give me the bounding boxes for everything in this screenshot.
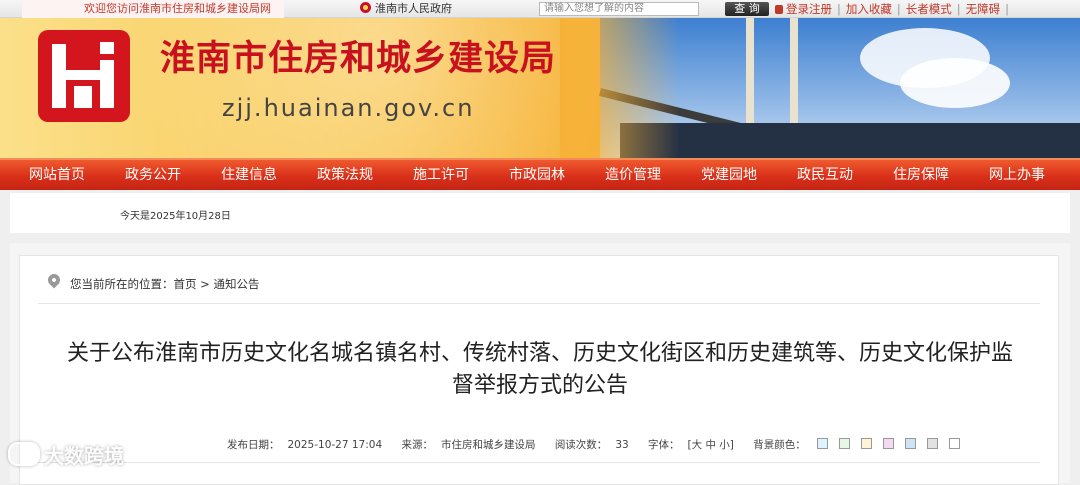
favorite-link[interactable]: 加入收藏 [846,2,892,16]
watermark-text: 大数跨境 [44,444,124,468]
bg-color-swatch[interactable] [882,438,894,449]
nav-item-policies[interactable]: 政策法规 [317,160,373,190]
article-title-line-2: 督举报方式的公告 [451,373,628,398]
welcome-text: 欢迎您访问淮南市住房和城乡建设局网站! [22,0,284,33]
date-bar: 今天是2025年10月28日 [10,193,1070,233]
gov-link[interactable]: 淮南市人民政府 [360,0,452,18]
nav-item-government-affairs[interactable]: 政务公开 [125,160,181,190]
bg-color-swatches [814,438,968,451]
accessibility-link[interactable]: 无障碍 [966,2,1001,16]
font-size-label: 字体： [648,439,680,451]
elder-mode-link[interactable]: 长者模式 [906,2,952,16]
watermark: 大数跨境 [8,440,124,469]
site-title: 淮南市住房和城乡建设局 [160,39,557,79]
source: 市住房和城乡建设局 [440,439,536,451]
site-url: zjj.huainan.gov.cn [222,94,475,122]
top-links: 登录注册 | 加入收藏 | 长者模式 | 无障碍 | [775,0,1014,18]
site-logo[interactable] [38,30,130,122]
bg-color-label: 背景颜色： [753,439,806,451]
gov-link-label: 淮南市人民政府 [375,2,452,15]
bg-color-swatch[interactable] [904,438,916,449]
bg-color-swatch[interactable] [948,438,960,449]
divider-bottom [38,462,1040,463]
breadcrumb-current[interactable]: 通知公告 [213,277,259,291]
views-label: 阅读次数： [554,439,608,451]
nav-item-online-services[interactable]: 网上办事 [989,160,1045,190]
view-count: 33 [615,439,629,451]
nav-item-housing-security[interactable]: 住房保障 [893,160,949,190]
nav-item-housing-info[interactable]: 住建信息 [221,160,277,190]
divider [38,303,1040,304]
bg-color-swatch[interactable] [838,438,850,449]
login-link[interactable]: 登录注册 [786,2,832,16]
national-emblem-icon [360,2,371,13]
current-date: 今天是2025年10月28日 [120,211,231,222]
breadcrumb-label: 您当前所在的位置： [70,277,174,291]
article-title-line-1: 关于公布淮南市历史文化名城名镇名村、传统村落、历史文化街区和历史建筑等、历史文化… [66,341,1013,366]
breadcrumb-home[interactable]: 首页 [174,277,197,291]
breadcrumb-separator: > [200,277,210,291]
article-meta: 发布日期： 2025-10-27 17:04 来源： 市住房和城乡建设局 阅读次数：… [227,437,984,452]
nav-item-municipal-gardens[interactable]: 市政园林 [509,160,565,190]
bg-color-swatch[interactable] [926,438,938,449]
search-button[interactable]: 查 询 [725,2,769,16]
main-nav: 网站首页 政务公开 住建信息 政策法规 施工许可 市政园林 造价管理 党建园地 … [0,158,1080,190]
nav-item-public-interaction[interactable]: 政民互动 [797,160,853,190]
publish-date-label: 发布日期： [227,439,280,451]
bg-color-swatch[interactable] [860,438,872,449]
source-label: 来源： [401,439,433,451]
lock-icon [775,5,783,14]
bg-color-swatch[interactable] [816,438,828,449]
nav-item-home[interactable]: 网站首页 [29,160,85,190]
top-bar: 欢迎您访问淮南市住房和城乡建设局网站! 淮南市人民政府 请输入您想了解的内容 查… [0,0,1080,33]
search-input[interactable]: 请输入您想了解的内容 [539,2,699,16]
font-size-options[interactable]: [大 中 小] [688,439,734,451]
nav-item-construction-permit[interactable]: 施工许可 [413,160,469,190]
publish-date: 2025-10-27 17:04 [287,439,383,451]
watermark-logo-icon [8,442,40,466]
nav-item-cost-management[interactable]: 造价管理 [605,160,661,190]
breadcrumb: 您当前所在的位置：首页 > 通知公告 [70,276,259,292]
nav-item-party-building[interactable]: 党建园地 [701,160,757,190]
article-title: 关于公布淮南市历史文化名城名镇名村、传统村落、历史文化街区和历史建筑等、历史文化… [40,338,1040,402]
